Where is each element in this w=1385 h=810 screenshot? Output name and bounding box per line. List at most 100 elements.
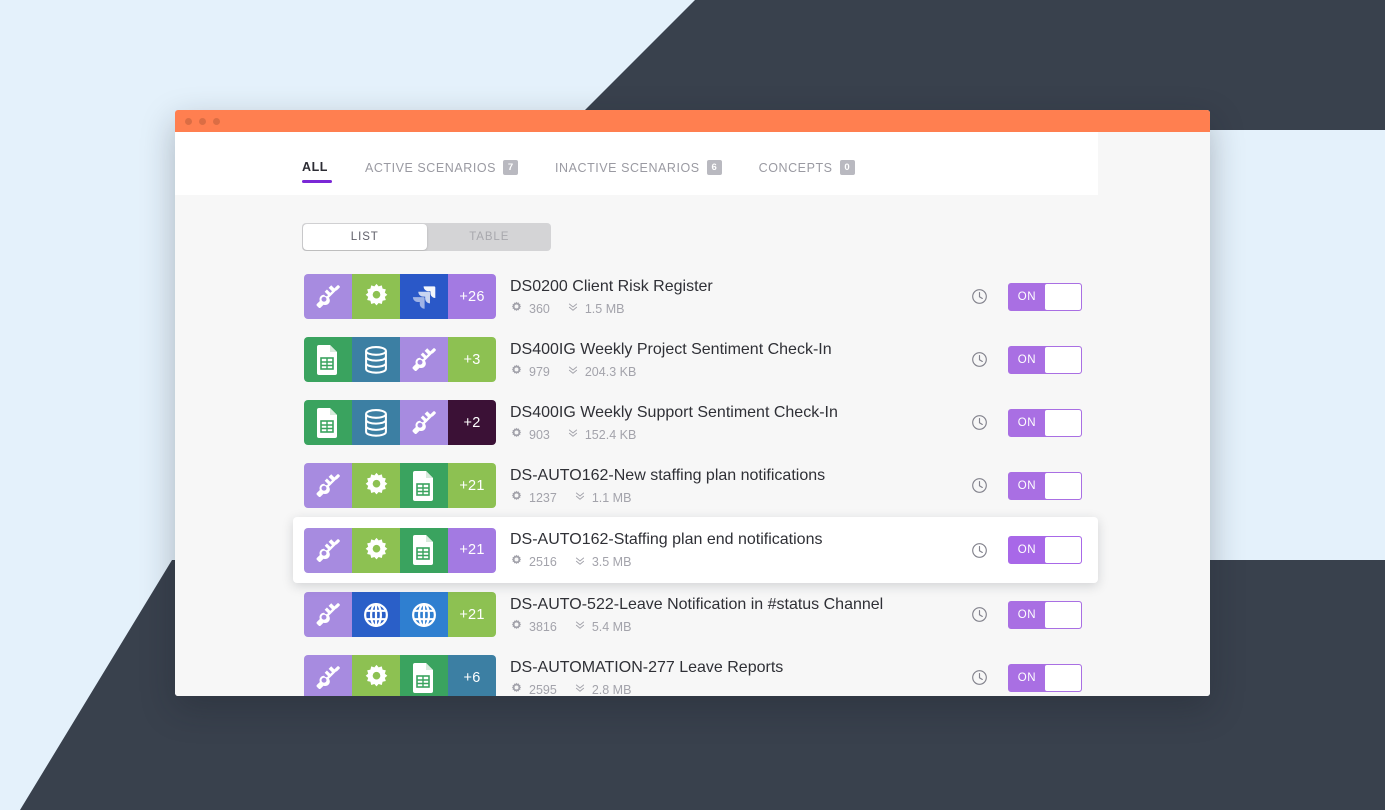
clock-icon[interactable] bbox=[971, 414, 988, 431]
scenario-title: DS400IG Weekly Project Sentiment Check-I… bbox=[510, 340, 832, 358]
tab-all[interactable]: ALL bbox=[302, 160, 332, 189]
extra-apps-count: +26 bbox=[448, 274, 496, 319]
view-mode-list-button[interactable]: LIST bbox=[303, 224, 427, 250]
data-transfer-size: 204.3 KB bbox=[584, 364, 637, 379]
toggle-state-label: ON bbox=[1017, 479, 1037, 492]
toggle-state-label: ON bbox=[1017, 290, 1037, 303]
scenario-toggle[interactable]: ON bbox=[1008, 536, 1082, 564]
data-transfer-size: 5.4 MB bbox=[591, 619, 632, 634]
scenario-row[interactable]: +21 DS-AUTO-522-Leave Notification in #st… bbox=[175, 583, 1098, 646]
scenario-text-block: DS400IG Weekly Support Sentiment Check-I… bbox=[510, 403, 971, 443]
tab-active-scenarios[interactable]: ACTIVE SCENARIOS 7 bbox=[365, 160, 519, 190]
clock-icon[interactable] bbox=[971, 288, 988, 305]
tab-concepts[interactable]: CONCEPTS 0 bbox=[759, 160, 855, 190]
tab-label: CONCEPTS bbox=[758, 160, 833, 175]
extra-apps-count: +21 bbox=[448, 592, 496, 637]
scenario-row-selected[interactable]: +21 DS-AUTO162-Staffing plan end notifica… bbox=[293, 517, 1098, 583]
jira-icon bbox=[400, 274, 448, 319]
view-mode-table-button[interactable]: TABLE bbox=[428, 223, 552, 251]
size-chevrons-icon bbox=[567, 301, 579, 316]
toggle-state-label: ON bbox=[1017, 416, 1037, 429]
data-transfer-size: 1.1 MB bbox=[591, 490, 632, 505]
size-chevrons-icon bbox=[574, 555, 586, 570]
google-sheets-icon bbox=[400, 655, 448, 696]
view-mode-switch[interactable]: LIST TABLE bbox=[302, 223, 551, 251]
extra-apps-count: +21 bbox=[448, 463, 496, 508]
toggle-state-label: ON bbox=[1017, 671, 1037, 684]
tools-icon bbox=[304, 274, 352, 319]
data-transfer-size: 2.8 MB bbox=[591, 682, 632, 697]
scenario-text-block: DS-AUTO162-New staffing plan notificatio… bbox=[510, 466, 971, 506]
operations-count: 1237 bbox=[529, 490, 557, 505]
data-transfer-size: 152.4 KB bbox=[584, 427, 637, 442]
scenario-title: DS400IG Weekly Support Sentiment Check-I… bbox=[510, 403, 838, 421]
app-icon-strip: +21 bbox=[304, 592, 496, 637]
active-tab-underline bbox=[302, 179, 332, 183]
window-minimize-dot[interactable] bbox=[199, 117, 206, 125]
tools-icon bbox=[400, 337, 448, 382]
scenario-toggle[interactable]: ON bbox=[1008, 471, 1082, 500]
tab-bar: ALL ACTIVE SCENARIOS 7 INACTIVE SCENARIOS 6 C… bbox=[175, 132, 1098, 195]
toggle-knob bbox=[1045, 472, 1081, 499]
scenario-title: DS-AUTOMATION-277 Leave Reports bbox=[510, 658, 784, 676]
extra-apps-count: +21 bbox=[448, 527, 496, 573]
scenario-meta: 2516 3.5 MB bbox=[510, 554, 971, 570]
ops-gear-icon bbox=[510, 619, 523, 635]
window-close-dot[interactable] bbox=[185, 117, 192, 125]
ops-gear-icon bbox=[510, 554, 523, 570]
toggle-knob bbox=[1045, 346, 1081, 373]
scenario-toggle[interactable]: ON bbox=[1008, 345, 1082, 374]
tools-icon bbox=[304, 655, 352, 696]
tools-icon bbox=[304, 463, 352, 508]
clock-icon[interactable] bbox=[971, 477, 988, 494]
gear-icon bbox=[352, 655, 400, 696]
ops-gear-icon bbox=[510, 682, 523, 697]
globe-icon bbox=[400, 592, 448, 637]
clock-icon[interactable] bbox=[971, 606, 988, 623]
scenario-toggle[interactable]: ON bbox=[1008, 408, 1082, 437]
ops-gear-icon bbox=[510, 490, 523, 506]
app-icon-strip: +6 bbox=[304, 655, 496, 696]
toggle-state-label: ON bbox=[1017, 544, 1037, 556]
clock-icon[interactable] bbox=[971, 669, 988, 686]
tab-count-badge: 0 bbox=[839, 160, 855, 175]
scenario-meta: 360 1.5 MB bbox=[510, 301, 971, 317]
gear-icon bbox=[352, 463, 400, 508]
scenario-row[interactable]: +2 DS400IG Weekly Support Sentiment Check… bbox=[175, 391, 1098, 454]
scenario-row[interactable]: +26 DS0200 Client Risk Register 360 1.5 M… bbox=[175, 265, 1098, 328]
toggle-state-label: ON bbox=[1017, 353, 1037, 366]
operations-count: 2516 bbox=[529, 555, 557, 569]
operations-count: 903 bbox=[529, 427, 550, 442]
operations-count: 979 bbox=[529, 364, 550, 379]
tab-inactive-scenarios[interactable]: INACTIVE SCENARIOS 6 bbox=[555, 160, 722, 190]
clock-icon[interactable] bbox=[971, 542, 988, 559]
tab-label: INACTIVE SCENARIOS bbox=[555, 160, 700, 175]
clock-icon[interactable] bbox=[971, 351, 988, 368]
data-transfer-size: 1.5 MB bbox=[584, 301, 625, 316]
toggle-knob bbox=[1045, 601, 1081, 628]
toggle-knob bbox=[1045, 283, 1081, 310]
size-chevrons-icon bbox=[567, 427, 579, 442]
extra-apps-count: +2 bbox=[448, 400, 496, 445]
scenario-meta: 1237 1.1 MB bbox=[510, 490, 971, 506]
scenario-row[interactable]: +21 DS-AUTO162-New staffing plan notifica… bbox=[175, 454, 1098, 517]
window-maximize-dot[interactable] bbox=[213, 117, 220, 125]
google-sheets-icon bbox=[304, 337, 352, 382]
row-controls: ON bbox=[971, 600, 1082, 629]
database-icon bbox=[352, 337, 400, 382]
ops-gear-icon bbox=[510, 301, 523, 317]
scenario-toggle[interactable]: ON bbox=[1008, 663, 1082, 692]
toggle-knob bbox=[1045, 409, 1081, 436]
window-titlebar bbox=[175, 110, 1210, 132]
ops-gear-icon bbox=[510, 364, 523, 380]
scenario-list: +26 DS0200 Client Risk Register 360 1.5 M… bbox=[175, 265, 1098, 696]
row-controls: ON bbox=[971, 345, 1082, 374]
scenario-row[interactable]: +3 DS400IG Weekly Project Sentiment Check… bbox=[175, 328, 1098, 391]
tools-icon bbox=[304, 592, 352, 637]
row-controls: ON bbox=[971, 536, 1082, 564]
scenario-title: DS-AUTO162-New staffing plan notificatio… bbox=[510, 466, 826, 484]
scenario-row[interactable]: +6 DS-AUTOMATION-277 Leave Reports 2595 2… bbox=[175, 646, 1098, 696]
size-chevrons-icon bbox=[574, 619, 586, 634]
scenario-toggle[interactable]: ON bbox=[1008, 282, 1082, 311]
scenario-toggle[interactable]: ON bbox=[1008, 600, 1082, 629]
